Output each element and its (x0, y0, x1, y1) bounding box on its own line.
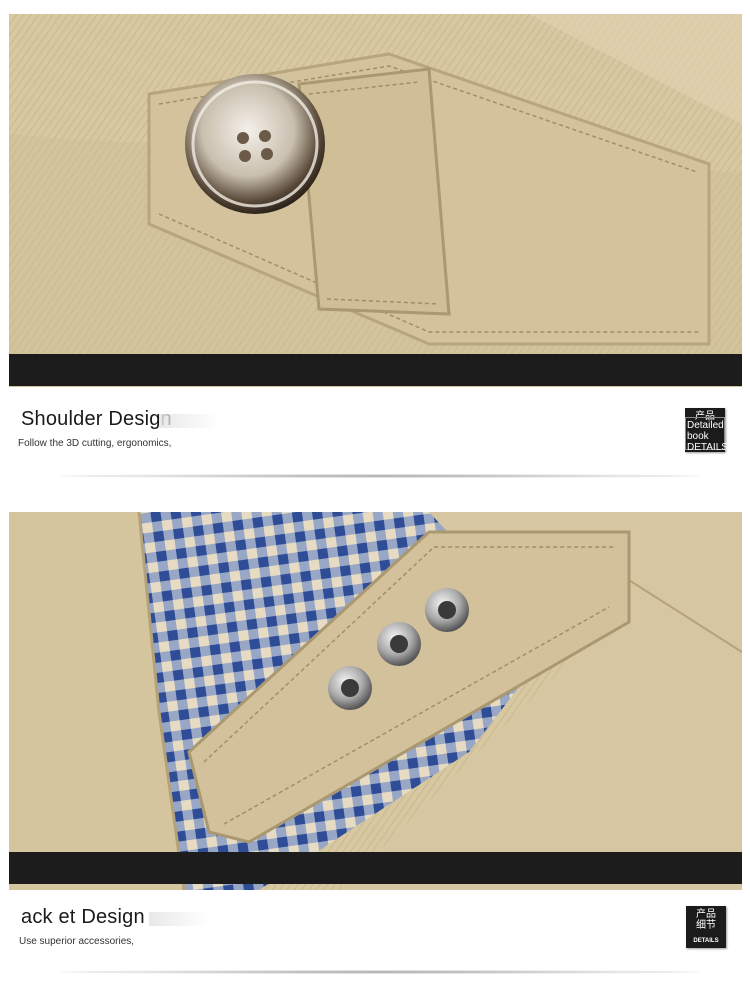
shadow-rule (60, 970, 700, 974)
shadow-rule (60, 474, 700, 478)
dark-band (9, 852, 742, 884)
caption-box: ack et Design Use superior accessories, (9, 890, 742, 970)
badge-english-label: DETAILS (693, 938, 719, 944)
shoulder-photo (9, 14, 742, 387)
dark-band (9, 354, 742, 386)
badge-overlay-text: Detailed book DETAILS (687, 420, 728, 453)
section-title: Shoulder Design (21, 408, 172, 430)
snap-button-icon (377, 622, 421, 666)
title-shadow (159, 414, 219, 428)
snap-button-icon (328, 666, 372, 710)
shoulder-fabric-illustration (9, 14, 742, 387)
section-title: ack et Design (21, 906, 145, 928)
snap-button-icon (425, 588, 469, 632)
badge-chinese-label: 产品 (696, 909, 716, 920)
detail-badge: 产品 细节 DETAILS (686, 906, 726, 948)
shoulder-section: Shoulder Design Follow the 3D cutting, e… (0, 0, 750, 480)
detail-badge: 产品 Detailed book DETAILS (685, 408, 728, 453)
jacket-section: ack et Design Use superior accessories, … (0, 500, 750, 980)
caption-box: Shoulder Design Follow the 3D cutting, e… (9, 392, 742, 472)
badge-chinese-label-2: 细节 (696, 920, 716, 931)
section-subtitle: Follow the 3D cutting, ergonomics, (18, 438, 172, 449)
jacket-fabric-illustration (9, 512, 742, 890)
title-shadow (149, 912, 209, 926)
horn-button-icon (185, 74, 325, 214)
jacket-photo (9, 512, 742, 890)
section-subtitle: Use superior accessories, (19, 936, 135, 947)
